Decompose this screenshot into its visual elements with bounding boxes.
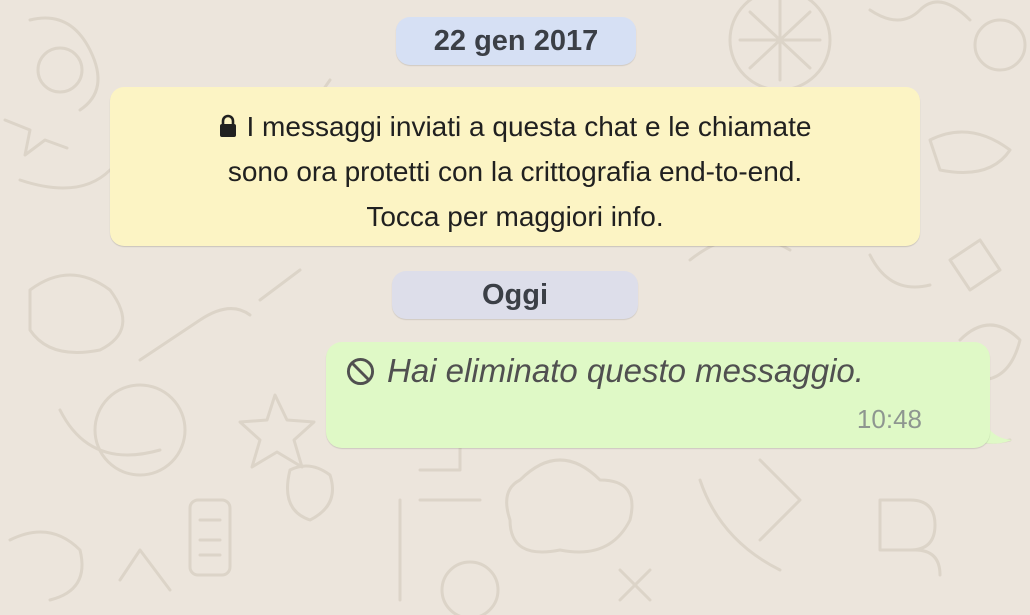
encryption-notice-line-1: I messaggi inviati a questa chat e le ch… [110, 104, 920, 149]
encryption-notice-text-1: I messaggi inviati a questa chat e le ch… [246, 111, 812, 142]
date-separator-today: Oggi [392, 271, 638, 319]
outgoing-message-bubble[interactable]: Hai eliminato questo messaggio. 10:48 [326, 342, 990, 448]
message-timestamp: 10:48 [856, 404, 922, 434]
encryption-notice-line-2: sono ora protetti con la crittografia en… [227, 156, 803, 187]
deleted-message-text: Hai eliminato questo messaggio. [387, 352, 864, 389]
date-separator-label: 22 gen 2017 [433, 24, 599, 57]
deleted-message-row: Hai eliminato questo messaggio. [346, 352, 864, 390]
date-separator-today-label: Oggi [481, 278, 549, 311]
date-separator: 22 gen 2017 [396, 17, 636, 65]
encryption-notice[interactable]: I messaggi inviati a questa chat e le ch… [110, 87, 920, 246]
encryption-notice-line-3: Tocca per maggiori info. [366, 201, 664, 232]
ban-icon [346, 357, 375, 385]
lock-icon [219, 114, 236, 137]
